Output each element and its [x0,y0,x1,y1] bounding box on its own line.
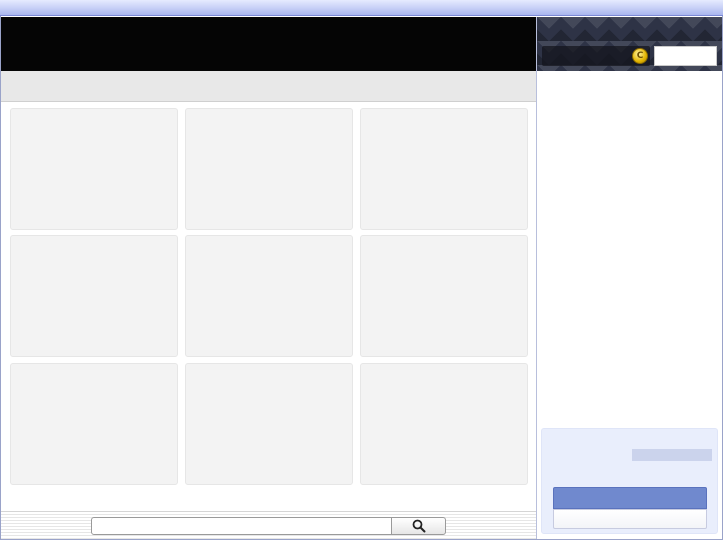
grid-tile[interactable] [185,108,353,230]
tile-grid [1,103,536,511]
sidebar-divider [536,17,537,539]
magnifier-icon [412,519,425,533]
grid-tile[interactable] [185,363,353,485]
grid-tile[interactable] [360,363,528,485]
grid-tile[interactable] [360,235,528,357]
currency-symbol: C [636,51,644,61]
coin-icon: C [632,48,648,64]
search-button[interactable] [391,517,446,535]
footer-search-bar [1,511,536,539]
account-button[interactable] [654,46,717,66]
grid-tile[interactable] [10,235,178,357]
sub-header-bar [1,71,536,102]
window-title-bar [0,0,723,16]
account-panel: C [537,17,722,71]
promo-secondary-button[interactable] [553,509,707,529]
grid-tile[interactable] [10,363,178,485]
header-banner [1,17,536,71]
promo-panel [541,428,718,534]
search-input[interactable] [91,517,393,535]
grid-tile[interactable] [185,235,353,357]
promo-primary-button[interactable] [553,487,707,509]
grid-tile[interactable] [10,108,178,230]
promo-label-placeholder [632,449,712,461]
grid-tile[interactable] [360,108,528,230]
